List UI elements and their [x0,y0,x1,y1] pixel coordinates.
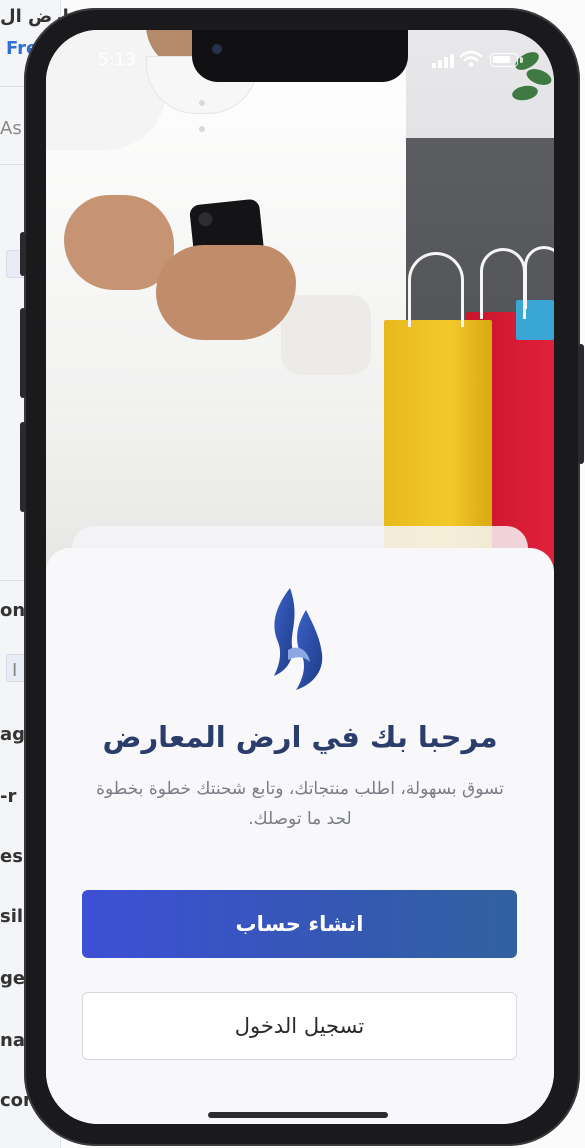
page: ارض ال Fre As on I ag -r es sil: ge na c… [0,0,585,1148]
welcome-sheet: مرحبا بك في ارض المعارض تسوق بسهولة، اطل… [46,548,554,1124]
background-app-text: on [0,600,26,621]
background-app-text: -r [0,786,17,807]
background-app-text: As [0,118,22,139]
thobe-cuff [281,295,371,375]
right-hand [156,245,296,340]
brand-flame-logo-icon [274,588,323,690]
wifi-icon [460,50,482,67]
home-indicator[interactable] [208,1112,388,1118]
phone-screen: 5:13 مرحبا بك في ارض المعارض تسوق بسهولة… [46,30,554,1124]
person-thobe [46,30,416,590]
background-app-text: na [0,1030,25,1051]
volume-up-button [20,308,26,398]
bag-handle [408,252,464,327]
cellular-signal-icon [432,54,454,68]
welcome-subtitle: تسوق بسهولة، اطلب منتجاتك، وتابع شحنتك خ… [96,779,504,829]
front-camera-icon [212,44,222,54]
status-bar: 5:13 [46,30,554,86]
background-app-text: ge [0,968,26,989]
create-account-button[interactable]: انشاء حساب [82,890,517,958]
bag-handle [480,248,526,319]
background-app-text: I [12,660,18,681]
status-time: 5:13 [98,50,137,70]
welcome-title: مرحبا بك في ارض المعارض [102,720,498,754]
battery-tip [520,57,523,63]
background-app-text: es [0,846,23,867]
phone-frame: 5:13 مرحبا بك في ارض المعارض تسوق بسهولة… [20,8,584,1146]
left-hand [64,195,174,290]
dynamic-island [192,30,408,82]
battery-level [493,56,510,63]
volume-down-button [20,422,26,512]
background-app-text: ag [0,724,26,745]
login-button[interactable]: تسجيل الدخول [82,992,517,1060]
hero-image [46,30,554,590]
battery-icon [490,53,518,67]
bag-handle [524,246,554,309]
mute-switch [20,232,26,276]
power-button [578,344,584,464]
